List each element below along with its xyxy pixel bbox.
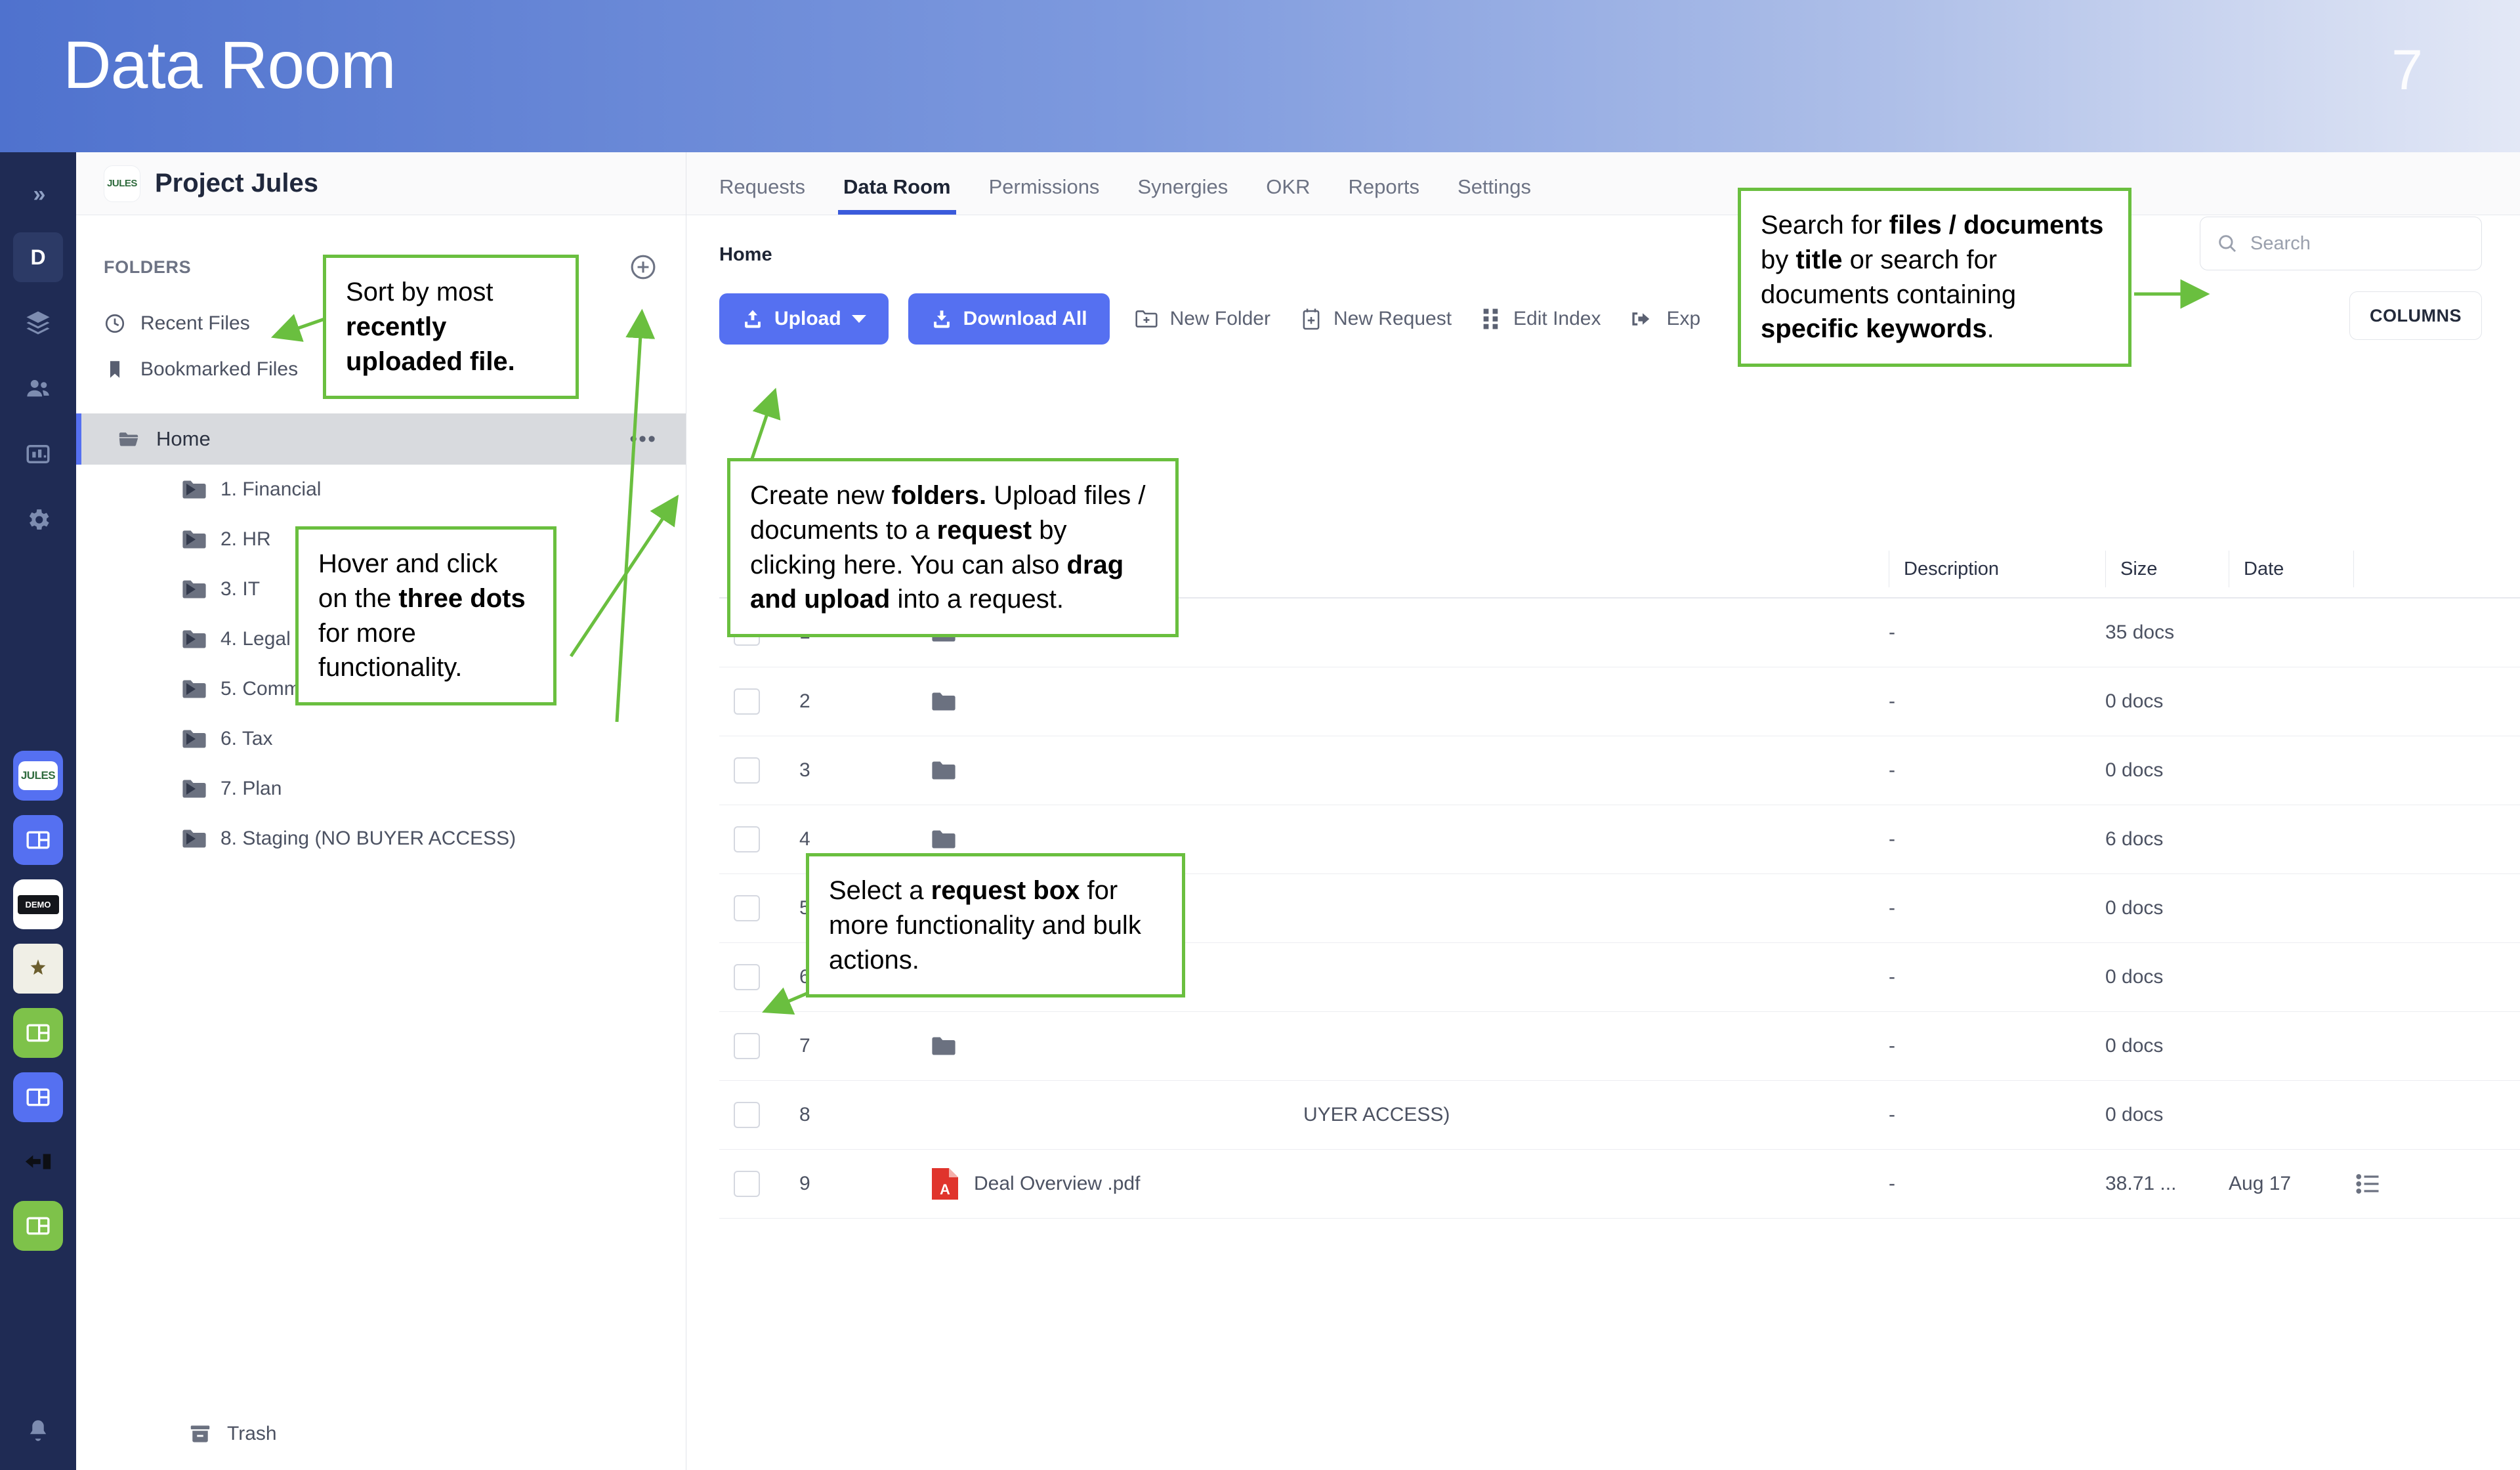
annotation-search-help: Search for files / documents by title or… xyxy=(1738,188,2132,367)
annotation-text-part: . xyxy=(1987,314,1994,343)
annotation-text-bold: folders. xyxy=(892,481,986,510)
annotation-text-bold: specific keywords xyxy=(1761,314,1987,343)
annotation-sort-recent: Sort by most recently uploaded file. xyxy=(323,255,579,399)
annotation-text-part: Sort by most xyxy=(346,278,494,306)
annotation-text-bold: request xyxy=(937,516,1032,545)
annotation-text-part: into a request. xyxy=(890,585,1064,614)
annotation-create-upload: Create new folders. Upload files / docum… xyxy=(727,458,1179,637)
annotation-text-bold: files / documents xyxy=(1889,211,2104,240)
annotation-three-dots: Hover and click on the three dots for mo… xyxy=(295,526,556,705)
annotation-arrows xyxy=(0,0,2520,1470)
annotation-text-bold: recently uploaded file. xyxy=(346,312,515,376)
slide-page: Data Room 7 » D JULES xyxy=(0,0,2520,1470)
annotation-select-request: Select a request box for more functional… xyxy=(806,853,1185,998)
annotation-text-part: for more functionality. xyxy=(318,619,462,682)
annotation-text-part: Select a xyxy=(829,876,931,905)
annotation-text-bold: three dots xyxy=(398,584,525,613)
annotation-text-bold: title xyxy=(1796,245,1842,274)
annotation-text-part: by xyxy=(1761,245,1796,274)
annotation-text-bold: request box xyxy=(931,876,1080,905)
annotation-text-part: Create new xyxy=(750,481,892,510)
annotation-text-part: Search for xyxy=(1761,211,1889,240)
